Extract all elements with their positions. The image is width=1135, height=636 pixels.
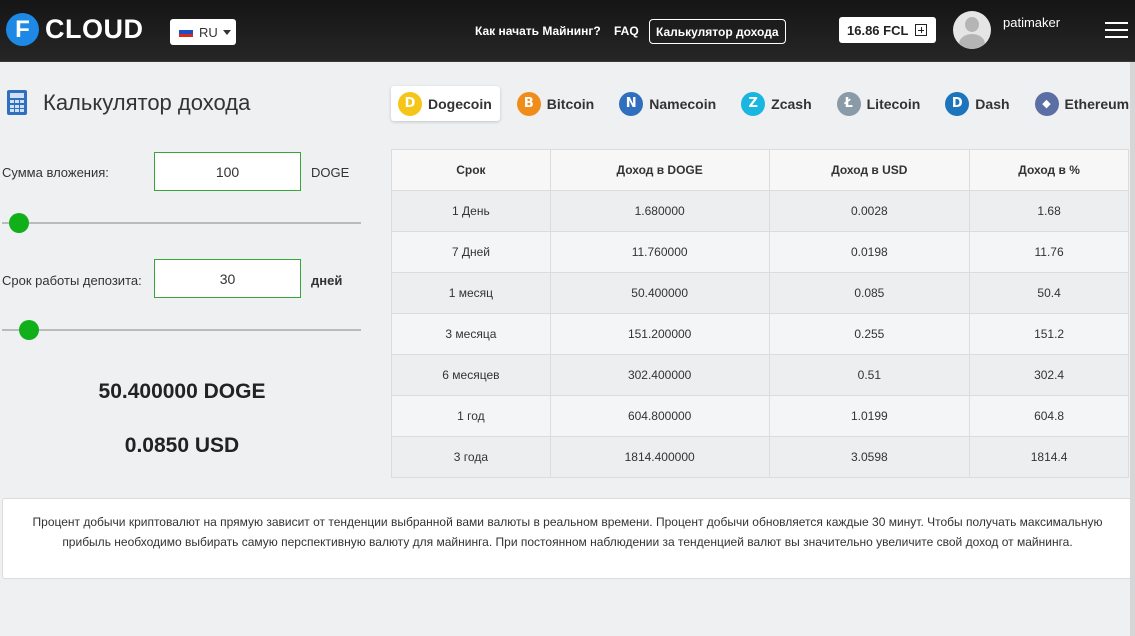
table-cell: 11.760000: [549, 231, 770, 273]
table-header-row: Срок Доход в DOGE Доход в USD Доход в %: [391, 149, 1129, 191]
balance-button[interactable]: 16.86 FCL: [839, 17, 936, 43]
tab-label: Dash: [975, 95, 1010, 112]
tab-litecoin[interactable]: Ł Litecoin: [830, 86, 929, 121]
dash-icon: D: [945, 91, 970, 116]
dogecoin-icon: D: [398, 91, 422, 116]
table-cell: 50.400000: [549, 272, 770, 314]
language-label: RU: [199, 24, 218, 40]
table-cell: 1.0199: [768, 395, 971, 437]
table-cell: 302.4: [969, 354, 1129, 396]
table-row: 3 месяца 151.200000 0.255 151.2: [391, 313, 1129, 355]
tab-label: Bitcoin: [546, 95, 595, 112]
username[interactable]: patimaker: [1003, 15, 1060, 30]
tab-label: Zcash: [771, 95, 812, 112]
table-cell: 302.400000: [549, 354, 770, 396]
tab-dash[interactable]: D Dash: [938, 86, 1017, 121]
logo-badge: F: [6, 13, 39, 46]
ethereum-icon: ◆: [1034, 91, 1059, 116]
table-cell: 151.200000: [549, 313, 770, 355]
table-row: 1 День 1.680000 0.0028 1.68: [391, 190, 1129, 232]
nav-how-to-start[interactable]: Как начать Майнинг?: [475, 24, 601, 38]
info-note: Процент добычи криптовалют на прямую зав…: [2, 498, 1133, 579]
column-header: Доход в %: [969, 149, 1129, 191]
column-header: Доход в DOGE: [549, 149, 770, 191]
table-cell: 1 год: [391, 395, 551, 437]
logo-text: CLOUD: [45, 14, 144, 44]
table-cell: 604.800000: [549, 395, 770, 437]
table-cell: 0.085: [768, 272, 971, 314]
table-row: 1 год 604.800000 1.0199 604.8: [391, 395, 1129, 437]
table-cell: 1 День: [391, 190, 551, 232]
table-cell: 50.4: [969, 272, 1129, 314]
investment-input[interactable]: [154, 152, 301, 191]
table-cell: 1.680000: [549, 190, 770, 232]
table-cell: 1 месяц: [391, 272, 551, 314]
table-cell: 0.0198: [768, 231, 971, 273]
table-row: 3 года 1814.400000 3.0598 1814.4: [391, 436, 1129, 478]
language-select[interactable]: RU: [170, 19, 236, 45]
table-cell: 0.0028: [768, 190, 971, 232]
tab-dogecoin[interactable]: D Dogecoin: [391, 86, 500, 121]
table-cell: 0.255: [768, 313, 971, 355]
litecoin-icon: Ł: [836, 91, 861, 116]
table-cell: 604.8: [969, 395, 1129, 437]
plus-square-icon: [915, 24, 928, 36]
result-coin: 50.400000 DOGE: [98, 380, 266, 403]
avatar[interactable]: [953, 11, 991, 49]
balance-value: 16.86 FCL: [847, 22, 909, 38]
table-cell: 3 месяца: [391, 313, 551, 355]
hamburger-menu-icon[interactable]: [1105, 22, 1128, 38]
term-input[interactable]: [154, 259, 301, 298]
investment-label: Сумма вложения:: [2, 165, 109, 180]
page-title: Калькулятор дохода: [43, 90, 251, 115]
tab-label: Litecoin: [866, 95, 921, 112]
tab-label: Ethereum: [1064, 95, 1130, 112]
table-cell: 11.76: [969, 231, 1129, 273]
table-cell: 1814.400000: [549, 436, 770, 478]
result-usd: 0.0850 USD: [124, 434, 240, 457]
term-slider[interactable]: [2, 329, 361, 331]
table-cell: 0.51: [768, 354, 971, 396]
zcash-icon: Z: [741, 91, 766, 116]
coin-tabs: D Dogecoin B Bitcoin N Namecoin Z Zcash …: [391, 86, 1135, 121]
income-table: Срок Доход в DOGE Доход в USD Доход в % …: [391, 149, 1129, 478]
table-cell: 151.2: [969, 313, 1129, 355]
investment-slider[interactable]: [2, 222, 361, 224]
tab-label: Namecoin: [649, 95, 717, 112]
table-row: 7 Дней 11.760000 0.0198 11.76: [391, 231, 1129, 273]
calculator-icon: [7, 90, 27, 115]
table-row: 6 месяцев 302.400000 0.51 302.4: [391, 354, 1129, 396]
table-cell: 6 месяцев: [391, 354, 551, 396]
term-label: Срок работы депозита:: [2, 273, 142, 288]
table-cell: 1814.4: [969, 436, 1129, 478]
investment-unit: DOGE: [311, 165, 350, 180]
column-header: Срок: [391, 149, 551, 191]
table-cell: 3.0598: [768, 436, 971, 478]
tab-label: Dogecoin: [428, 95, 492, 112]
table-row: 1 месяц 50.400000 0.085 50.4: [391, 272, 1129, 314]
column-header: Доход в USD: [768, 149, 971, 191]
tab-ethereum[interactable]: ◆ Ethereum: [1028, 86, 1135, 121]
namecoin-icon: N: [619, 91, 644, 116]
term-unit: дней: [311, 273, 343, 288]
table-cell: 3 года: [391, 436, 551, 478]
table-cell: 7 Дней: [391, 231, 551, 273]
table-cell: 1.68: [969, 190, 1129, 232]
bitcoin-icon: B: [516, 91, 541, 116]
nav-faq[interactable]: FAQ: [614, 24, 639, 38]
caret-down-icon: [222, 29, 231, 35]
tab-namecoin[interactable]: N Namecoin: [612, 86, 724, 121]
logo[interactable]: F CLOUD: [6, 13, 144, 46]
page-scrollbar[interactable]: [1130, 62, 1135, 636]
russia-flag-icon: [179, 27, 193, 37]
tab-bitcoin[interactable]: B Bitcoin: [510, 86, 602, 121]
top-header: F CLOUD RU Как начать Майнинг? FAQ Кальк…: [0, 0, 1135, 62]
term-slider-handle[interactable]: [18, 320, 39, 340]
investment-slider-handle[interactable]: [8, 213, 29, 233]
tab-zcash[interactable]: Z Zcash: [734, 86, 819, 121]
nav-calculator[interactable]: Калькулятор дохода: [649, 19, 786, 44]
